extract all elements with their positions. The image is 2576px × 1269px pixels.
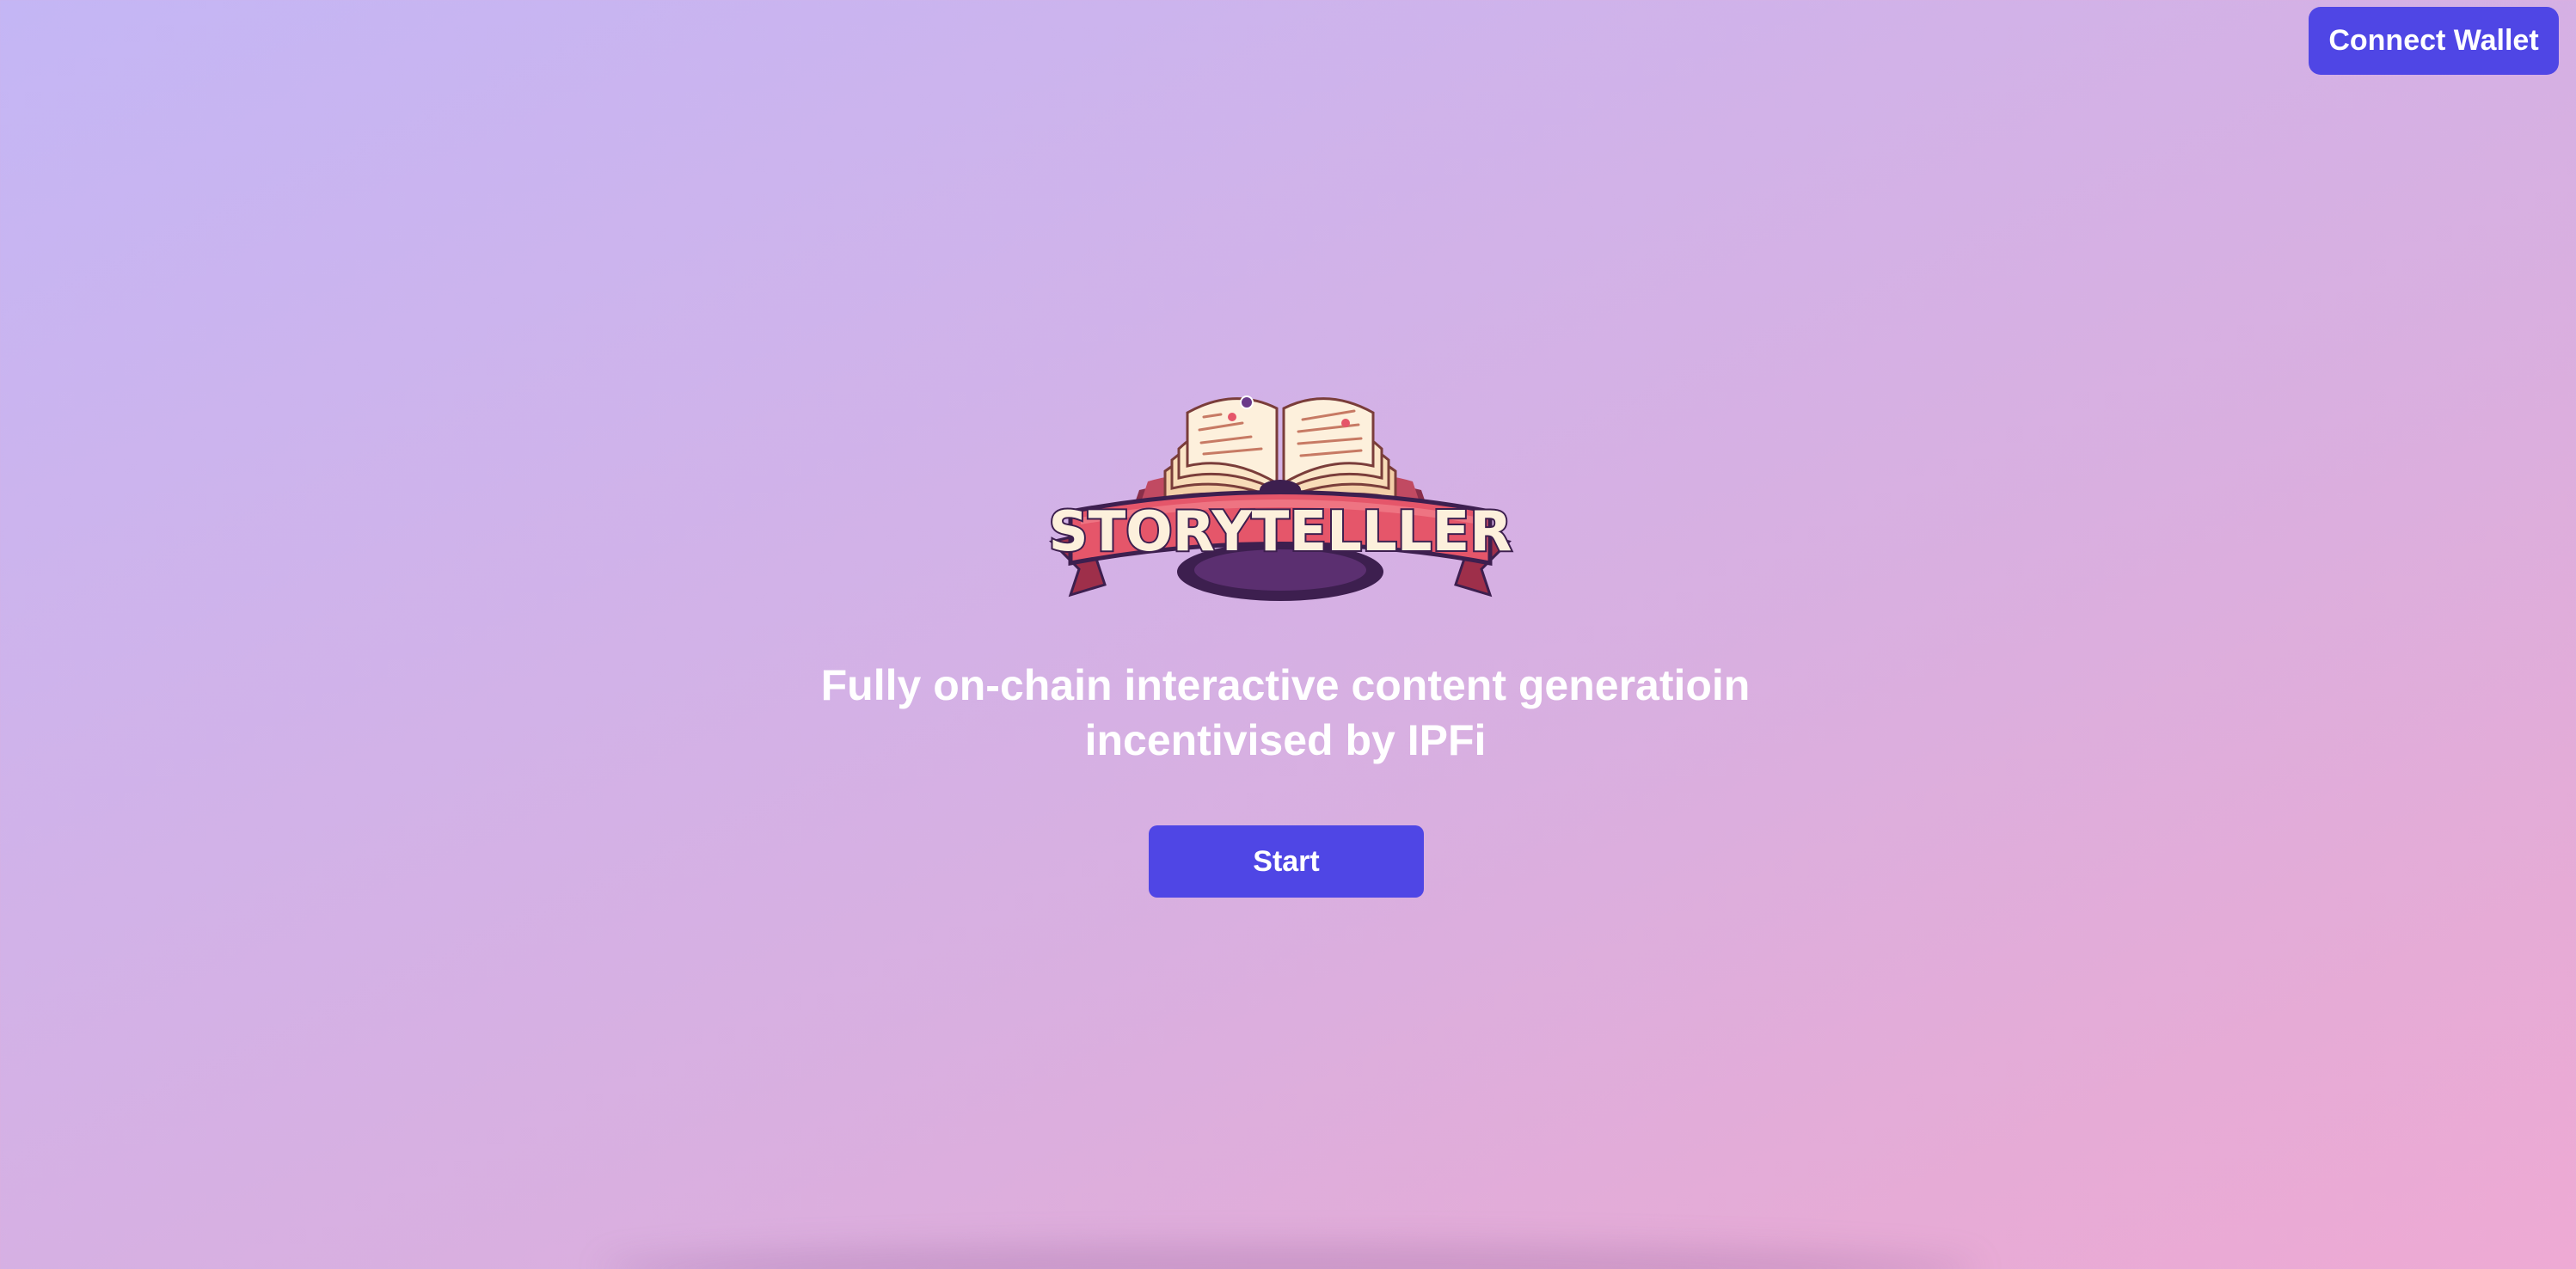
tagline-line-1: Fully on-chain interactive content gener… [820,661,1751,709]
bottom-shadow [602,1243,1978,1269]
hero-tagline: Fully on-chain interactive content gener… [774,658,1797,768]
logo-wordmark: STORYTELLLER [1049,500,1512,564]
connect-wallet-button[interactable]: Connect Wallet [2309,7,2559,75]
start-button[interactable]: Start [1149,825,1424,898]
tagline-line-2: incentivised by IPFi [1084,716,1487,764]
storyteller-logo: STORYTELLLER [1036,370,1524,619]
